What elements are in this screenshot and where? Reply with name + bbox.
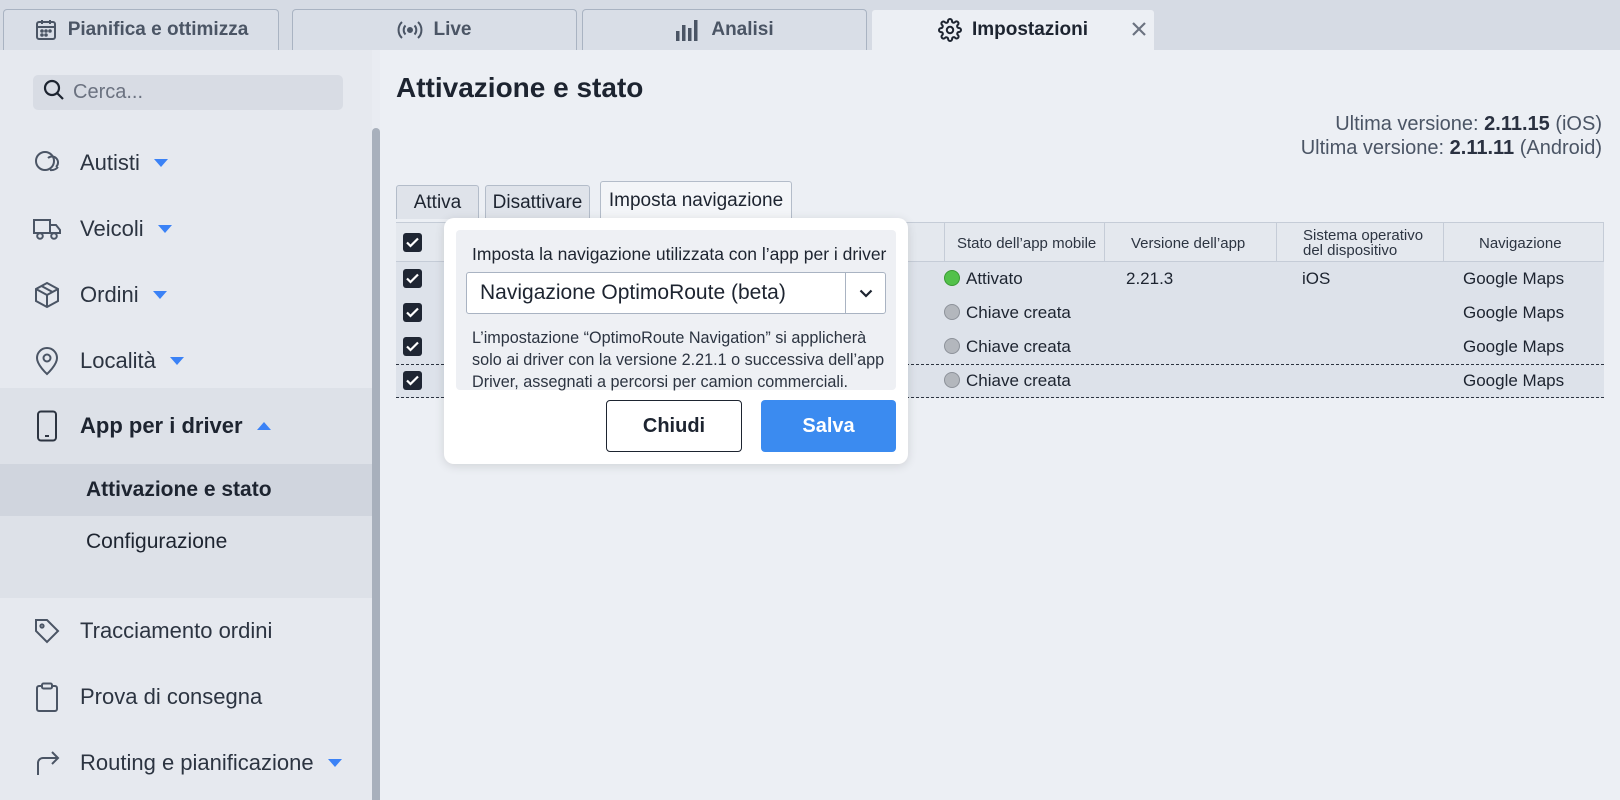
clipboard-icon [32,682,62,712]
page-title: Attivazione e stato [396,72,644,103]
tab-impostazioni[interactable]: Impostazioni [871,9,1155,50]
sidebar-subitem-configurazione[interactable]: Configurazione [0,516,372,568]
tab-label: Analisi [711,19,774,40]
navigation-app: Google Maps [1463,337,1565,356]
select-all-checkbox[interactable] [403,233,422,252]
navigation-app: Google Maps [1463,303,1565,322]
subtab-attiva[interactable]: Attiva [396,185,479,219]
ios-version-text: Ultima versione: 2.11.15 (iOS) [1335,113,1602,135]
search-box[interactable] [33,75,343,110]
chevron-up-icon [256,422,271,430]
row-checkbox[interactable] [403,371,422,390]
sidebar-item-label: Autisti [80,150,140,175]
tab-pianifica[interactable]: Pianifica e ottimizza [3,9,279,50]
sidebar-item-label: Località [80,348,156,373]
sidebar-subitem-label: Configurazione [86,530,228,553]
column-header[interactable]: Navigazione [1443,223,1604,263]
sidebar-item-autisti[interactable]: Autisti [0,130,372,196]
tag-icon [32,616,62,646]
sidebar-item-ordini[interactable]: Ordini [0,262,372,328]
status-dot [944,338,960,354]
tab-analisi[interactable]: Analisi [582,9,867,50]
sidebar-item-label: Veicoli [80,216,144,241]
tab-live[interactable]: Live [292,9,577,50]
gear-icon [937,18,962,42]
sidebar-scrollbar[interactable] [372,128,380,800]
close-button[interactable]: Chiudi [606,400,742,452]
modal-body: Imposta la navigazione utilizzata con l’… [456,230,896,391]
row-checkbox[interactable] [403,337,422,356]
navigation-app: Google Maps [1463,371,1565,390]
sidebar-subitem-attivazione[interactable]: Attivazione e stato [0,464,372,516]
android-version-text: Ultima versione: 2.11.11 (Android) [1300,137,1602,159]
sidebar-item-label: Tracciamento ordini [80,618,273,643]
close-tab-icon[interactable] [1128,18,1150,40]
sidebar-item-label: Ordini [80,282,139,307]
column-header[interactable]: Stato dell’app mobile [944,223,1104,263]
sidebar-item-label: App per i driver [80,413,243,438]
status-dot [944,372,960,388]
chevron-down-icon[interactable] [845,273,885,313]
status-text: Chiave creata [966,371,1071,390]
column-header[interactable]: Versione dell’app [1104,223,1276,263]
user-icon [32,148,62,178]
chevron-down-icon [327,759,342,767]
app-version: 2.21.3 [1126,269,1174,288]
modal-note: L’impostazione “OptimoRoute Navigation” … [472,329,885,391]
map-pin-icon [32,346,62,376]
status-dot [944,304,960,320]
tab-label: Live [433,19,472,40]
sidebar-item-label: Prova di consegna [80,684,263,709]
status-text: Chiave creata [966,303,1071,322]
box-icon [32,280,62,310]
subtab-imposta-navigazione[interactable]: Imposta navigazione [600,181,792,219]
subtab-disattivare[interactable]: Disattivare [485,185,590,219]
chevron-down-icon [169,357,184,365]
sidebar-submenu: Attivazione e stato Configurazione [0,464,372,598]
broadcast-icon [397,19,423,41]
column-header[interactable]: Sistema operativo del dispositivo [1276,223,1443,263]
phone-icon [32,410,62,442]
sidebar-item-label: Routing e pianificazione [80,750,314,775]
calendar-icon [34,18,58,42]
select-value: Navigazione OptimoRoute (beta) [480,281,786,304]
chevron-down-icon [157,225,172,233]
chevron-down-icon [153,159,168,167]
sidebar-item-prova-consegna[interactable]: Prova di consegna [0,664,372,730]
status-text: Attivato [966,269,1023,288]
sidebar-item-tracciamento[interactable]: Tracciamento ordini [0,598,372,664]
navigation-select[interactable]: Navigazione OptimoRoute (beta) [466,272,886,314]
status-dot [944,270,960,286]
bar-chart-icon [675,19,701,41]
tab-label: Impostazioni [971,19,1089,40]
tab-label: Pianifica e ottimizza [67,19,249,40]
sidebar-subitem-label: Attivazione e stato [86,478,272,501]
route-arrow-icon [32,748,62,778]
search-input[interactable] [73,81,333,104]
top-tab-bar: Pianifica e ottimizza Live Analisi Impos… [0,0,1620,50]
device-os: iOS [1302,269,1331,288]
row-checkbox[interactable] [403,269,422,288]
navigation-app: Google Maps [1463,269,1565,288]
sidebar-item-app-driver[interactable]: App per i driver [0,388,372,464]
chevron-down-icon [152,291,167,299]
navigation-modal: Imposta la navigazione utilizzata con l’… [444,218,908,464]
sidebar-item-localita[interactable]: Località [0,328,372,394]
sidebar: Autisti Veicoli Ordini Località App per … [0,50,372,800]
modal-label: Imposta la navigazione utilizzata con l’… [472,244,887,264]
truck-icon [32,214,62,244]
sidebar-item-routing[interactable]: Routing e pianificazione [0,730,372,796]
search-icon [43,79,65,106]
row-checkbox[interactable] [403,303,422,322]
status-text: Chiave creata [966,337,1071,356]
sidebar-item-veicoli[interactable]: Veicoli [0,196,372,262]
save-button[interactable]: Salva [761,400,896,452]
